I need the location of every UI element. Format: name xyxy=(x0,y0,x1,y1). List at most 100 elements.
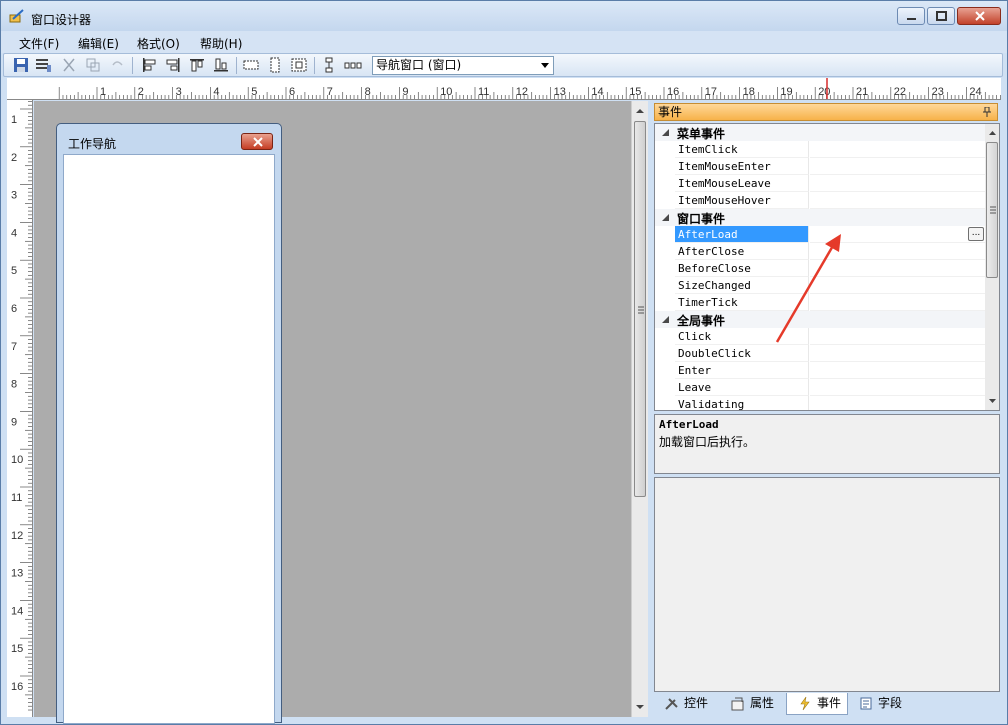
event-row[interactable]: ItemClick xyxy=(655,141,985,158)
ruler-label: 12 xyxy=(11,530,23,542)
combo-value: 导航窗口 (窗口) xyxy=(376,58,462,72)
maximize-button[interactable] xyxy=(927,7,955,25)
grid-vertical-scrollbar[interactable] xyxy=(985,124,1000,410)
ruler-label: 13 xyxy=(554,86,566,98)
ruler-label: 5 xyxy=(11,265,17,277)
toolbar-separator xyxy=(236,57,237,74)
event-value[interactable] xyxy=(810,362,985,379)
event-row[interactable]: Leave xyxy=(655,379,985,396)
scroll-down-icon[interactable] xyxy=(632,699,648,715)
scrollbar-thumb[interactable] xyxy=(986,142,998,278)
ruler-label: 8 xyxy=(365,86,371,98)
horizontal-spacing-icon[interactable] xyxy=(344,57,362,73)
ruler-label: 3 xyxy=(176,86,182,98)
scroll-down-icon[interactable] xyxy=(985,394,1000,408)
align-bottom-icon[interactable] xyxy=(212,57,230,73)
ruler-label: 15 xyxy=(629,86,641,98)
properties-list-icon[interactable] xyxy=(34,57,52,73)
scroll-up-icon[interactable] xyxy=(632,103,648,119)
tab-properties[interactable]: 属性 xyxy=(720,693,786,715)
undo-icon[interactable] xyxy=(108,57,126,73)
canvas-vertical-scrollbar[interactable] xyxy=(631,101,648,717)
tab-controls[interactable]: 控件 xyxy=(654,693,720,715)
ellipsis-button[interactable]: ... xyxy=(968,227,984,241)
ruler-label: 16 xyxy=(667,86,679,98)
event-row[interactable]: ItemMouseEnter xyxy=(655,158,985,175)
design-form-client-area[interactable] xyxy=(63,154,275,724)
minimize-button[interactable] xyxy=(897,7,925,25)
ruler-label: 16 xyxy=(11,681,23,693)
close-button[interactable] xyxy=(957,7,1001,25)
panel-title: 事件 xyxy=(658,105,683,119)
design-form-title: 工作导航 xyxy=(68,137,117,151)
event-value[interactable] xyxy=(810,141,985,158)
event-value[interactable] xyxy=(810,158,985,175)
align-top-icon[interactable] xyxy=(188,57,206,73)
grip-icon xyxy=(990,206,996,214)
ruler-label: 9 xyxy=(402,86,408,98)
menu-edit[interactable]: 编辑(E) xyxy=(78,35,119,52)
vertical-spacing-icon[interactable] xyxy=(320,57,338,73)
collapse-icon[interactable] xyxy=(662,316,669,323)
collapse-icon[interactable] xyxy=(662,129,669,136)
cut-icon[interactable] xyxy=(60,57,78,73)
event-row[interactable]: ItemMouseLeave xyxy=(655,175,985,192)
title-bar: 窗口设计器 xyxy=(1,1,1007,31)
scroll-up-icon[interactable] xyxy=(985,126,1000,140)
collapse-icon[interactable] xyxy=(662,214,669,221)
ruler-label: 10 xyxy=(440,86,452,98)
designer-window: 窗口设计器 文件(F) 编辑(E) 格式(O) 帮助(H) 导航窗口 (窗口) … xyxy=(0,0,1008,725)
event-value[interactable] xyxy=(810,175,985,192)
ruler-label: 2 xyxy=(138,86,144,98)
tab-label: 事件 xyxy=(817,696,842,710)
align-right-icon[interactable] xyxy=(164,57,182,73)
tab-fields[interactable]: 字段 xyxy=(848,693,914,715)
object-select-combo[interactable]: 导航窗口 (窗口) xyxy=(372,56,554,75)
pin-icon[interactable] xyxy=(983,107,991,117)
tab-events[interactable]: 事件 xyxy=(786,693,848,715)
horizontal-ruler: 1 2 3 4 5 6 7 8 9 10 11 12 13 14 15 16 17 18 19 20 21 22 23 24 xyxy=(7,78,1001,100)
minimize-icon xyxy=(907,18,916,20)
ruler-label: 17 xyxy=(705,86,717,98)
event-value[interactable] xyxy=(810,379,985,396)
grip-icon xyxy=(638,306,644,314)
toolbar-separator xyxy=(132,57,133,74)
event-row[interactable]: Validating xyxy=(655,396,985,410)
menu-format[interactable]: 格式(O) xyxy=(137,35,180,52)
menu-file[interactable]: 文件(F) xyxy=(19,35,59,52)
event-row[interactable]: ItemMouseHover xyxy=(655,192,985,209)
copy-icon[interactable] xyxy=(84,57,102,73)
toolbar: 导航窗口 (窗口) xyxy=(3,53,1003,77)
event-row[interactable]: Enter xyxy=(655,362,985,379)
event-name: ItemClick xyxy=(675,141,809,158)
save-icon[interactable] xyxy=(12,57,30,73)
chevron-down-icon xyxy=(541,63,549,68)
category-row-menu[interactable]: 菜单事件 xyxy=(655,124,985,141)
toolbar-separator xyxy=(314,57,315,74)
category-row-window[interactable]: 窗口事件 xyxy=(655,209,985,226)
event-value[interactable] xyxy=(810,192,985,209)
tab-label: 控件 xyxy=(684,696,709,710)
design-canvas[interactable]: 工作导航 xyxy=(34,101,631,724)
ruler-label: 7 xyxy=(11,341,17,353)
scrollbar-thumb[interactable] xyxy=(634,121,646,497)
ruler-label: 21 xyxy=(856,86,868,98)
maximize-icon xyxy=(936,11,947,21)
menu-help[interactable]: 帮助(H) xyxy=(200,35,242,52)
align-left-icon[interactable] xyxy=(140,57,158,73)
ruler-label: 11 xyxy=(478,86,489,98)
same-size-icon[interactable] xyxy=(290,57,308,73)
code-editor-area[interactable] xyxy=(654,477,1000,692)
event-name: ItemMouseLeave xyxy=(675,175,809,192)
event-value[interactable] xyxy=(810,396,985,410)
design-form-window[interactable]: 工作导航 xyxy=(56,123,282,724)
ruler-label: 1 xyxy=(100,86,106,98)
ruler-label: 1 xyxy=(11,114,17,126)
design-form-close-button[interactable] xyxy=(241,133,273,150)
category-label: 全局事件 xyxy=(677,314,726,328)
ruler-label: 6 xyxy=(289,86,295,98)
ruler-label: 11 xyxy=(11,492,22,504)
lightning-icon xyxy=(800,696,810,711)
same-height-icon[interactable] xyxy=(266,57,284,73)
same-width-icon[interactable] xyxy=(242,57,260,73)
